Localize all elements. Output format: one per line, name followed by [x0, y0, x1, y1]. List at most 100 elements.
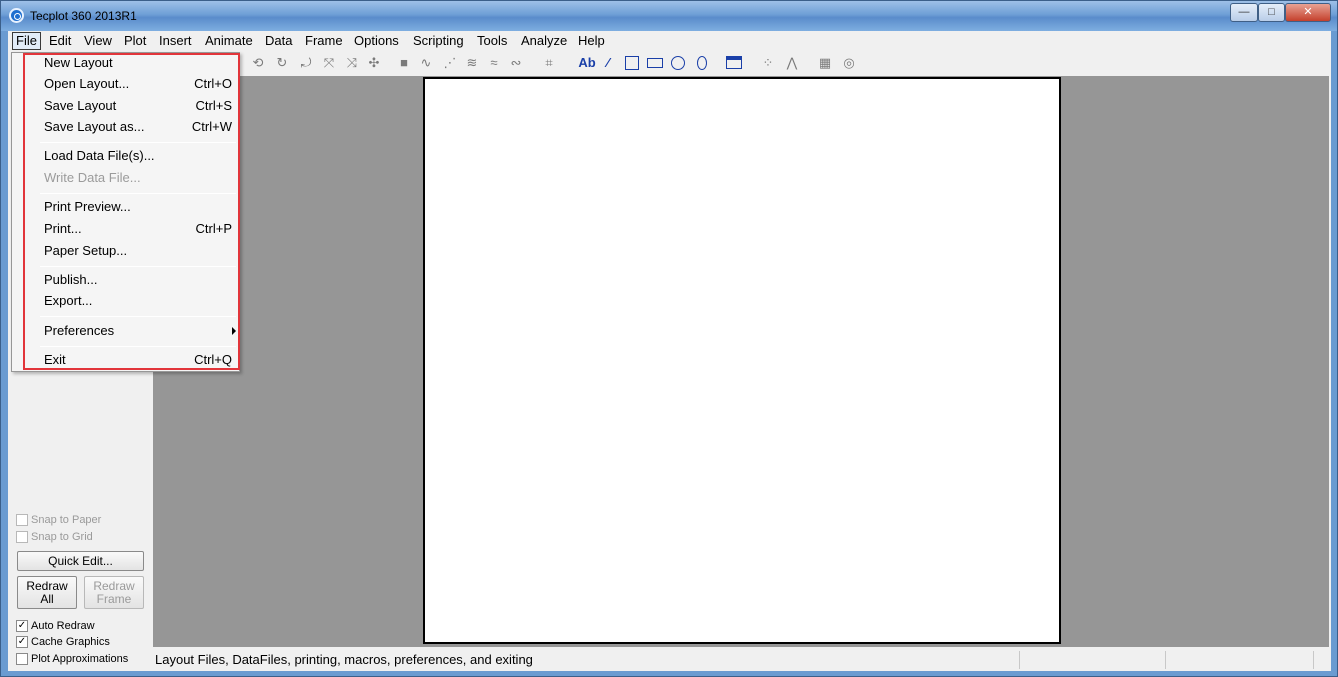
menu-item-publish[interactable]: Publish... [44, 270, 234, 290]
menu-item-label: Preferences [44, 323, 115, 338]
status-divider [1165, 651, 1166, 669]
paper-frame[interactable] [423, 77, 1061, 644]
status-divider [1313, 651, 1314, 669]
wide-rectangle-icon[interactable] [647, 58, 663, 68]
menu-data[interactable]: Data [262, 32, 295, 50]
menu-item-save-layout-as[interactable]: Save Layout as... Ctrl+W [44, 117, 234, 137]
frame-icon[interactable] [726, 56, 742, 69]
menu-animate[interactable]: Animate [202, 32, 256, 50]
submenu-arrow-icon [232, 327, 236, 335]
checkbox-box[interactable] [16, 531, 28, 543]
text-tool-icon[interactable]: Ab [576, 55, 598, 71]
close-button[interactable]: ✕ [1285, 3, 1331, 22]
menu-frame[interactable]: Frame [302, 32, 346, 50]
snap-to-paper-label: Snap to Paper [31, 514, 102, 526]
menu-help[interactable]: Help [575, 32, 608, 50]
tecplot-app-icon[interactable] [9, 8, 24, 23]
snap-to-grid-checkbox[interactable]: Snap to Grid [16, 531, 93, 545]
plot-approximations-checkbox[interactable]: Plot Approximations [16, 653, 128, 667]
menu-scripting[interactable]: Scripting [410, 32, 467, 50]
menu-item-label: Open Layout... [44, 76, 130, 91]
snap-to-grid-label: Snap to Grid [31, 531, 93, 543]
menu-item-exit[interactable]: Exit Ctrl+Q [44, 350, 234, 370]
cache-graphics-label: Cache Graphics [31, 636, 110, 648]
menu-file[interactable]: File [12, 32, 41, 50]
menu-item-open-layout[interactable]: Open Layout... Ctrl+O [44, 74, 234, 94]
probe-icon[interactable]: ⤧ [321, 55, 337, 71]
circle-icon[interactable] [671, 56, 685, 70]
auto-redraw-label: Auto Redraw [31, 620, 95, 632]
minimize-button[interactable]: — [1230, 3, 1258, 22]
menu-item-print-preview[interactable]: Print Preview... [44, 197, 234, 217]
menu-bar: File Edit View Plot Insert Animate Data … [8, 31, 1331, 51]
stream-volume-icon[interactable]: ∾ [508, 55, 524, 71]
ellipse-icon[interactable] [697, 56, 707, 70]
polar-grid-icon[interactable]: ◎ [841, 55, 857, 71]
window-title: Tecplot 360 2013R1 [30, 9, 137, 23]
stream-line-icon[interactable]: ≋ [464, 55, 480, 71]
roll-icon[interactable]: ⤾ [298, 55, 314, 71]
menu-item-label: Save Layout as... [44, 119, 145, 134]
extract-icon[interactable]: ⌗ [541, 55, 557, 71]
menu-item-label: Save Layout [44, 98, 117, 113]
menu-item-new-layout[interactable]: New Layout [44, 53, 234, 73]
snap-to-paper-checkbox[interactable]: Snap to Paper [16, 514, 101, 528]
file-menu-dropdown: New Layout Open Layout... Ctrl+O Save Lay… [11, 52, 240, 372]
rectangle-icon[interactable] [625, 56, 639, 70]
cache-graphics-checkbox[interactable]: ✓ Cache Graphics [16, 636, 110, 650]
quick-edit-button[interactable]: Quick Edit... [17, 551, 144, 571]
checkbox-box[interactable] [16, 514, 28, 526]
menu-item-label: Exit [44, 352, 66, 367]
menu-item-shortcut: Ctrl+Q [194, 352, 232, 367]
grid-icon[interactable]: ▦ [817, 55, 833, 71]
menu-item-save-layout[interactable]: Save Layout Ctrl+S [44, 96, 234, 116]
menu-item-label: Load Data File(s)... [44, 148, 155, 163]
menu-plot[interactable]: Plot [121, 32, 149, 50]
title-bar[interactable]: Tecplot 360 2013R1 — □ ✕ [1, 1, 1337, 31]
menu-item-label: New Layout [44, 55, 113, 70]
menu-item-write-data-file[interactable]: Write Data File... [44, 168, 234, 188]
rotate-icon[interactable]: ⟲ [250, 55, 266, 71]
menu-item-paper-setup[interactable]: Paper Setup... [44, 241, 234, 261]
menu-item-label: Write Data File... [44, 170, 141, 185]
spin-icon[interactable]: ↻ [274, 55, 290, 71]
status-divider [1019, 651, 1020, 669]
menu-item-preferences[interactable]: Preferences [44, 321, 236, 341]
scatter-points-icon[interactable]: ⁘ [760, 55, 776, 71]
menu-insert[interactable]: Insert [156, 32, 195, 50]
check-icon[interactable]: ✓ [16, 620, 28, 632]
menu-separator [40, 266, 236, 267]
maximize-button[interactable]: □ [1258, 3, 1285, 22]
workspace[interactable] [153, 76, 1329, 647]
redraw-frame-button[interactable]: Redraw Frame [84, 576, 144, 609]
zone-icon[interactable]: ■ [396, 55, 412, 71]
redraw-all-button[interactable]: Redraw All [17, 576, 77, 609]
auto-redraw-checkbox[interactable]: ✓ Auto Redraw [16, 620, 95, 634]
menu-view[interactable]: View [81, 32, 115, 50]
menu-separator [40, 193, 236, 194]
menu-separator [40, 316, 236, 317]
menu-item-shortcut: Ctrl+W [191, 119, 232, 134]
checkbox-box[interactable] [16, 653, 28, 665]
contour-add-icon[interactable]: ✣ [366, 55, 382, 71]
menu-tools[interactable]: Tools [474, 32, 510, 50]
polyline-icon[interactable]: ⁄ [600, 55, 616, 71]
streamtrace-icon[interactable]: ∿ [418, 55, 434, 71]
menu-edit[interactable]: Edit [46, 32, 74, 50]
slice-icon[interactable]: ⤨ [344, 55, 360, 71]
stream-rake-icon[interactable]: ⋰ [442, 55, 458, 71]
menu-item-label: Paper Setup... [44, 243, 128, 258]
menu-item-label: Print Preview... [44, 199, 131, 214]
menu-item-export[interactable]: Export... [44, 291, 234, 311]
menu-item-shortcut: Ctrl+P [195, 221, 232, 236]
menu-item-print[interactable]: Print... Ctrl+P [44, 219, 234, 239]
menu-options[interactable]: Options [351, 32, 402, 50]
menu-item-shortcut: Ctrl+S [195, 98, 232, 113]
menu-analyze[interactable]: Analyze [518, 32, 570, 50]
line-points-icon[interactable]: ⋀ [784, 55, 800, 71]
menu-separator [40, 142, 236, 143]
check-icon[interactable]: ✓ [16, 636, 28, 648]
stream-surface-icon[interactable]: ≈ [486, 55, 502, 71]
status-bar: Layout Files, DataFiles, printing, macro… [153, 649, 1331, 671]
menu-item-load-data-files[interactable]: Load Data File(s)... [44, 146, 234, 166]
